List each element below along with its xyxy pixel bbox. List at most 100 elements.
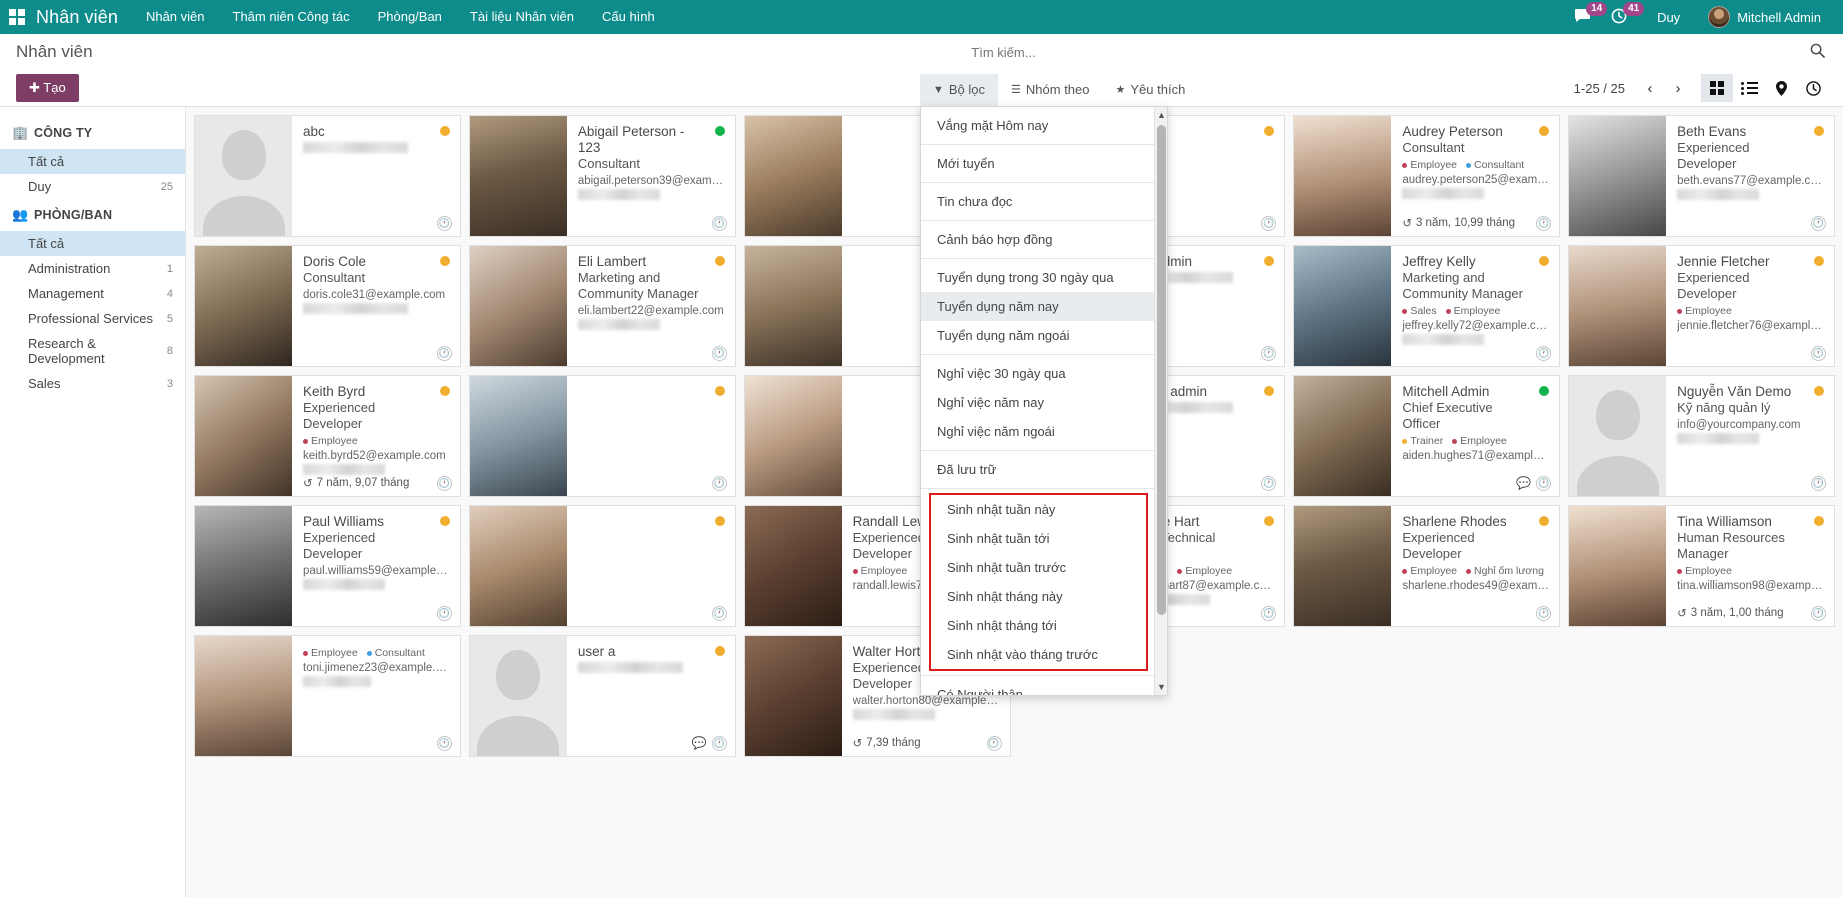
- activity-clock-icon[interactable]: 🕐: [437, 606, 452, 621]
- search-icon[interactable]: [1800, 43, 1835, 62]
- activity-clock-icon[interactable]: 🕐: [712, 476, 727, 491]
- status-badge[interactable]: [1814, 386, 1824, 396]
- activity-clock-icon[interactable]: 🕐: [712, 346, 727, 361]
- search-input[interactable]: [181, 45, 1711, 60]
- status-badge[interactable]: [715, 256, 725, 266]
- activity-clock-icon[interactable]: 🕐: [437, 216, 452, 231]
- filter-menu-item[interactable]: Có Người thân: [921, 680, 1154, 695]
- activity-clock-icon[interactable]: 🕐: [712, 216, 727, 231]
- employee-card[interactable]: Abigail Peterson - 123Consultantabigail.…: [469, 115, 736, 237]
- activity-clock-icon[interactable]: 🕐: [1811, 606, 1826, 621]
- activity-clock-icon[interactable]: 🕐: [987, 736, 1002, 751]
- filter-menu-item[interactable]: Nghỉ việc năm ngoái: [921, 417, 1154, 446]
- filter-menu-item[interactable]: Cảnh báo hợp đồng: [921, 225, 1154, 254]
- chat-bubble-icon[interactable]: 💬: [1516, 476, 1531, 490]
- activity-clock-icon[interactable]: 🕐: [437, 476, 452, 491]
- create-button[interactable]: ✚ Tạo: [16, 74, 79, 102]
- employee-card[interactable]: Doris ColeConsultantdoris.cole31@example…: [194, 245, 461, 367]
- employee-card[interactable]: 🕐: [469, 505, 736, 627]
- employee-card[interactable]: Audrey PetersonConsultantEmployeeConsult…: [1293, 115, 1560, 237]
- pager-next-button[interactable]: ›: [1665, 80, 1691, 97]
- activity-clock-icon[interactable]: 🕐: [1261, 606, 1276, 621]
- employee-card[interactable]: 🕐: [469, 375, 736, 497]
- sidebar-item-department-3[interactable]: Professional Services5: [0, 306, 185, 331]
- filter-menu-item[interactable]: Sinh nhật tháng tới: [931, 611, 1146, 640]
- filter-menu-item[interactable]: Tuyển dụng năm nay: [921, 292, 1154, 321]
- sidebar-item-department-1[interactable]: Administration1: [0, 256, 185, 281]
- employee-card[interactable]: Tina WilliamsonHuman Resources ManagerEm…: [1568, 505, 1835, 627]
- scroll-up-arrow-icon[interactable]: ▲: [1157, 110, 1166, 120]
- activity-clock-icon[interactable]: 🕐: [1811, 346, 1826, 361]
- sidebar-item-department-5[interactable]: Sales3: [0, 371, 185, 396]
- filters-dropdown-menu[interactable]: Vắng mặt Hôm nay Mới tuyển Tin chưa đọc Cản…: [920, 106, 1168, 696]
- nav-item-documents[interactable]: Tài liệu Nhân viên: [456, 0, 588, 34]
- filter-menu-item[interactable]: Sinh nhật tháng này: [931, 582, 1146, 611]
- sidebar-item-department-4[interactable]: Research & Development8: [0, 331, 185, 371]
- activity-clock-icon[interactable]: 🕐: [1536, 476, 1551, 491]
- employee-card[interactable]: Jeffrey KellyMarketing and Community Man…: [1293, 245, 1560, 367]
- activity-clock-icon[interactable]: 🕐: [1811, 476, 1826, 491]
- status-badge[interactable]: [715, 386, 725, 396]
- scroll-down-arrow-icon[interactable]: ▼: [1157, 682, 1166, 692]
- employee-card[interactable]: EmployeeConsultanttoni.jimenez23@example…: [194, 635, 461, 757]
- user-menu[interactable]: Mitchell Admin: [1698, 0, 1831, 34]
- status-badge[interactable]: [1814, 126, 1824, 136]
- status-badge[interactable]: [715, 516, 725, 526]
- sidebar-item-department-2[interactable]: Management4: [0, 281, 185, 306]
- dropdown-scrollbar[interactable]: ▲ ▼: [1154, 107, 1167, 695]
- filter-menu-item[interactable]: Sinh nhật vào tháng trước: [931, 640, 1146, 669]
- filters-button[interactable]: ▼ Bộ lọc: [920, 74, 998, 106]
- scrollbar-thumb[interactable]: [1157, 125, 1166, 615]
- chat-bubble-icon[interactable]: 💬: [692, 736, 707, 750]
- status-badge[interactable]: [440, 256, 450, 266]
- nav-secondary-user[interactable]: Duy: [1641, 10, 1696, 25]
- employee-card[interactable]: user a💬🕐: [469, 635, 736, 757]
- employee-card[interactable]: Beth EvansExperienced Developerbeth.evan…: [1568, 115, 1835, 237]
- filter-menu-item[interactable]: Vắng mặt Hôm nay: [921, 111, 1154, 140]
- activity-clock-icon[interactable]: 🕐: [1536, 216, 1551, 231]
- nav-item-departments[interactable]: Phòng/Ban: [364, 0, 456, 34]
- filter-menu-item[interactable]: Mới tuyển: [921, 149, 1154, 178]
- employee-card[interactable]: Nguyễn Văn DemoKỹ năng quản lýinfo@yourc…: [1568, 375, 1835, 497]
- sidebar-item-company-0[interactable]: Tất cả: [0, 149, 185, 174]
- sidebar-item-company-1[interactable]: Duy25: [0, 174, 185, 199]
- activity-clock-icon[interactable]: 🕐: [1261, 346, 1276, 361]
- activity-clock-icon[interactable]: 🕐: [437, 346, 452, 361]
- employee-card[interactable]: abc🕐: [194, 115, 461, 237]
- filter-menu-item[interactable]: Sinh nhật tuần trước: [931, 553, 1146, 582]
- employee-card[interactable]: Mitchell AdminChief Executive OfficerTra…: [1293, 375, 1560, 497]
- status-badge[interactable]: [440, 516, 450, 526]
- filter-menu-item[interactable]: Tuyển dụng năm ngoái: [921, 321, 1154, 350]
- app-brand-title[interactable]: Nhân viên: [34, 7, 132, 28]
- activity-clock-icon[interactable]: 🕐: [712, 606, 727, 621]
- employee-card[interactable]: Keith ByrdExperienced DeveloperEmployeek…: [194, 375, 461, 497]
- messages-button[interactable]: 14: [1568, 0, 1603, 34]
- filter-menu-item[interactable]: Tin chưa đọc: [921, 187, 1154, 216]
- apps-menu-icon[interactable]: [0, 0, 34, 34]
- activity-clock-icon[interactable]: 🕐: [437, 736, 452, 751]
- activity-clock-icon[interactable]: 🕐: [1536, 346, 1551, 361]
- status-badge[interactable]: [1264, 126, 1274, 136]
- employee-card[interactable]: Sharlene RhodesExperienced DeveloperEmpl…: [1293, 505, 1560, 627]
- activity-view-icon[interactable]: [1797, 74, 1829, 102]
- status-badge[interactable]: [715, 126, 725, 136]
- filter-menu-item[interactable]: Sinh nhật tuần này: [931, 495, 1146, 524]
- activity-clock-icon[interactable]: 🕐: [1811, 216, 1826, 231]
- employee-card[interactable]: Jennie FletcherExperienced DeveloperEmpl…: [1568, 245, 1835, 367]
- nav-item-employees[interactable]: Nhân viên: [132, 0, 219, 34]
- status-badge[interactable]: [1814, 516, 1824, 526]
- favorites-button[interactable]: ★ Yêu thích: [1103, 74, 1199, 106]
- map-view-icon[interactable]: [1765, 74, 1797, 102]
- pager-previous-button[interactable]: ‹: [1637, 80, 1663, 97]
- filter-menu-item[interactable]: Tuyển dụng trong 30 ngày qua: [921, 263, 1154, 292]
- status-badge[interactable]: [440, 386, 450, 396]
- groupby-button[interactable]: ☰ Nhóm theo: [998, 74, 1102, 106]
- kanban-view-icon[interactable]: [1701, 74, 1733, 102]
- nav-item-seniority[interactable]: Thâm niên Công tác: [219, 0, 364, 34]
- employee-card[interactable]: Eli LambertMarketing and Community Manag…: [469, 245, 736, 367]
- filter-menu-item[interactable]: Đã lưu trữ: [921, 455, 1154, 484]
- nav-item-configuration[interactable]: Cấu hình: [588, 0, 669, 34]
- filter-menu-item[interactable]: Nghỉ việc năm nay: [921, 388, 1154, 417]
- activity-clock-icon[interactable]: 🕐: [712, 736, 727, 751]
- employee-card[interactable]: Paul WilliamsExperienced Developerpaul.w…: [194, 505, 461, 627]
